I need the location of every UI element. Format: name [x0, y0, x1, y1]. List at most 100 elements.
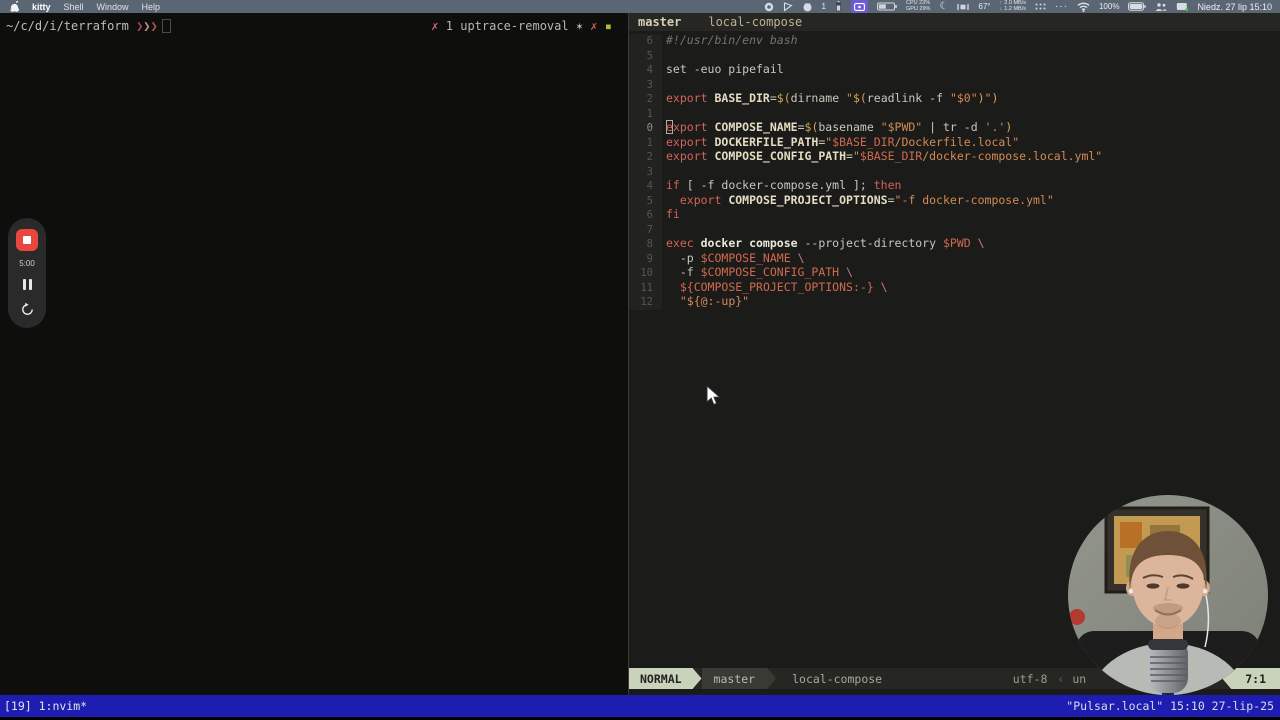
- shell-cursor: [161, 18, 171, 33]
- github-icon[interactable]: [802, 1, 813, 12]
- line-number: 10: [629, 266, 662, 281]
- statusline-branch: master: [701, 668, 768, 689]
- statusline-subseparator: ‹: [1057, 671, 1065, 686]
- prompt-chevron-3: ❯: [150, 18, 158, 33]
- prompt-chevron-1: ❯: [136, 18, 144, 33]
- code-line[interactable]: 3: [629, 164, 1280, 179]
- line-number: 5: [629, 193, 662, 208]
- battery-small-icon[interactable]: [835, 1, 842, 12]
- editor-tabline: master local-compose: [629, 13, 1280, 31]
- webcam-overlay[interactable]: [1068, 495, 1268, 695]
- statusline-filename: local-compose: [792, 671, 883, 686]
- code-line[interactable]: 9 -p $COMPOSE_NAME \: [629, 251, 1280, 266]
- ram-meter-icon[interactable]: [876, 1, 897, 12]
- mouse-cursor: [706, 384, 722, 411]
- tmux-status-bar: [19] 1:nvim* "Pulsar.local" 15:10 27-lip…: [0, 695, 1280, 717]
- battery-percent: 100%: [1098, 2, 1120, 11]
- prompt-chevron-2: ❯: [143, 18, 151, 33]
- line-number: 12: [629, 295, 662, 310]
- screen-record-icon[interactable]: [850, 0, 868, 13]
- code-line[interactable]: 1 export DOCKERFILE_PATH="$BASE_DIR/Docke…: [629, 135, 1280, 150]
- users-icon[interactable]: [1155, 1, 1167, 12]
- stop-recording-button[interactable]: [16, 229, 38, 251]
- code-lines[interactable]: 6 #!/usr/bin/env bash 5 4 set -euo pipefail 3…: [629, 33, 1280, 310]
- statusline-encoding: utf-8: [1012, 671, 1048, 686]
- tabline-file[interactable]: local-compose: [681, 15, 802, 29]
- temperature-indicator[interactable]: 67°: [978, 2, 990, 11]
- menu-window[interactable]: Window: [97, 2, 129, 12]
- git-prompt: ✗ 1 uptrace-removal ✶ ✗ ▪: [431, 18, 612, 33]
- line-number: 1: [629, 106, 662, 121]
- menubar-app-name[interactable]: kitty: [32, 2, 51, 12]
- code-line[interactable]: 2 export COMPOSE_CONFIG_PATH="$BASE_DIR/d…: [629, 149, 1280, 165]
- battery-icon[interactable]: [1128, 1, 1147, 12]
- code-line[interactable]: 3: [629, 77, 1280, 92]
- menu-help[interactable]: Help: [142, 2, 161, 12]
- grid-icon[interactable]: [1035, 1, 1046, 12]
- flag-icon[interactable]: [783, 1, 793, 12]
- line-number: 4: [629, 179, 662, 194]
- line-number: 3: [629, 77, 662, 92]
- line-number: 8: [629, 237, 662, 252]
- terminal-pane-shell[interactable]: ~/c/d/i/terraform ❯ ❯ ❯ ✗ 1 uptrace-remo…: [0, 13, 628, 695]
- moon-icon[interactable]: ☾: [939, 1, 948, 12]
- tabline-branch[interactable]: master: [629, 15, 681, 29]
- menu-shell[interactable]: Shell: [64, 2, 84, 12]
- code-line[interactable]: 4 if [ -f docker-compose.yml ]; then: [629, 178, 1280, 194]
- line-number: 5: [629, 48, 662, 63]
- restart-recording-button[interactable]: [20, 302, 35, 321]
- prompt-path: ~/c/d/i/terraform: [6, 18, 129, 33]
- pause-recording-button[interactable]: [22, 279, 32, 290]
- screen-recorder-widget: 5:00: [8, 218, 46, 328]
- code-line[interactable]: 12 "${@:-up}": [629, 294, 1280, 310]
- cpu-gpu-meter[interactable]: CPU 23% GPU 29%: [906, 0, 930, 12]
- line-number: 7: [629, 222, 662, 237]
- statusline-cursor-position: 7:1: [1231, 668, 1280, 689]
- status-app-icon[interactable]: [764, 1, 774, 12]
- apple-menu-icon[interactable]: [10, 1, 19, 12]
- line-number: 6: [629, 34, 662, 49]
- menu-bar: kitty Shell Window Help 1 CPU 23% GPU 29…: [0, 0, 1280, 13]
- github-count: 1: [821, 2, 826, 11]
- git-cross-icon: ✗: [590, 18, 598, 33]
- code-line[interactable]: 0 export COMPOSE_NAME=$(basename "$PWD" |…: [629, 120, 1280, 136]
- code-line[interactable]: 5 export COMPOSE_PROJECT_OPTIONS="-f doc…: [629, 193, 1280, 208]
- git-branch: uptrace-removal: [460, 18, 569, 33]
- stop-icon: [23, 236, 31, 244]
- more-icon[interactable]: ···: [1055, 1, 1068, 12]
- code-line[interactable]: 5: [629, 48, 1280, 63]
- code-line[interactable]: 6 fi: [629, 207, 1280, 223]
- statusline-separator: [767, 668, 777, 689]
- line-number: 9: [629, 251, 662, 266]
- wifi-icon[interactable]: [1077, 1, 1090, 12]
- vim-mode-indicator: NORMAL: [629, 668, 693, 689]
- code-line[interactable]: 11 ${COMPOSE_PROJECT_OPTIONS:-} \: [629, 280, 1280, 295]
- code-line[interactable]: 4 set -euo pipefail: [629, 62, 1280, 78]
- desktop: kitty Shell Window Help 1 CPU 23% GPU 29…: [0, 0, 1280, 720]
- network-speed-indicator[interactable]: ↑ ↓ 2.0 MB/s 1.2 MB/s: [1000, 0, 1026, 12]
- tmux-session-window[interactable]: [19] 1:nvim*: [0, 699, 87, 713]
- git-star-icon: ✶: [575, 18, 584, 33]
- statusline-fileformat: un: [1072, 671, 1087, 686]
- line-number: 11: [629, 280, 662, 295]
- line-number: 3: [629, 164, 662, 179]
- code-line[interactable]: 6 #!/usr/bin/env bash: [629, 33, 1280, 49]
- line-number: 6: [629, 208, 662, 223]
- line-number: 4: [629, 63, 662, 78]
- code-line[interactable]: 10 -f $COMPOSE_CONFIG_PATH \: [629, 265, 1280, 281]
- tmux-host-clock: "Pulsar.local" 15:10 27-lip-25: [1066, 699, 1274, 713]
- code-line[interactable]: 1: [629, 106, 1280, 121]
- line-number: 1: [629, 135, 662, 150]
- webcam-vignette: [1068, 495, 1268, 695]
- git-square-icon: ▪: [604, 18, 612, 33]
- code-line[interactable]: 2 export BASE_DIR=$(dirname "$(readlink -…: [629, 91, 1280, 107]
- code-line[interactable]: 7: [629, 222, 1280, 237]
- shell-prompt-row: ~/c/d/i/terraform ❯ ❯ ❯ ✗ 1 uptrace-remo…: [0, 18, 628, 33]
- line-number: 0: [629, 121, 662, 136]
- line-number: 2: [629, 150, 662, 165]
- menubar-clock[interactable]: Niedz. 27 lip 15:10: [1197, 2, 1272, 12]
- recording-timer: 5:00: [19, 259, 35, 268]
- display-status-icon[interactable]: [1176, 1, 1189, 12]
- code-line[interactable]: 8 exec docker compose --project-directory…: [629, 236, 1280, 252]
- window-manager-icon[interactable]: [957, 1, 970, 12]
